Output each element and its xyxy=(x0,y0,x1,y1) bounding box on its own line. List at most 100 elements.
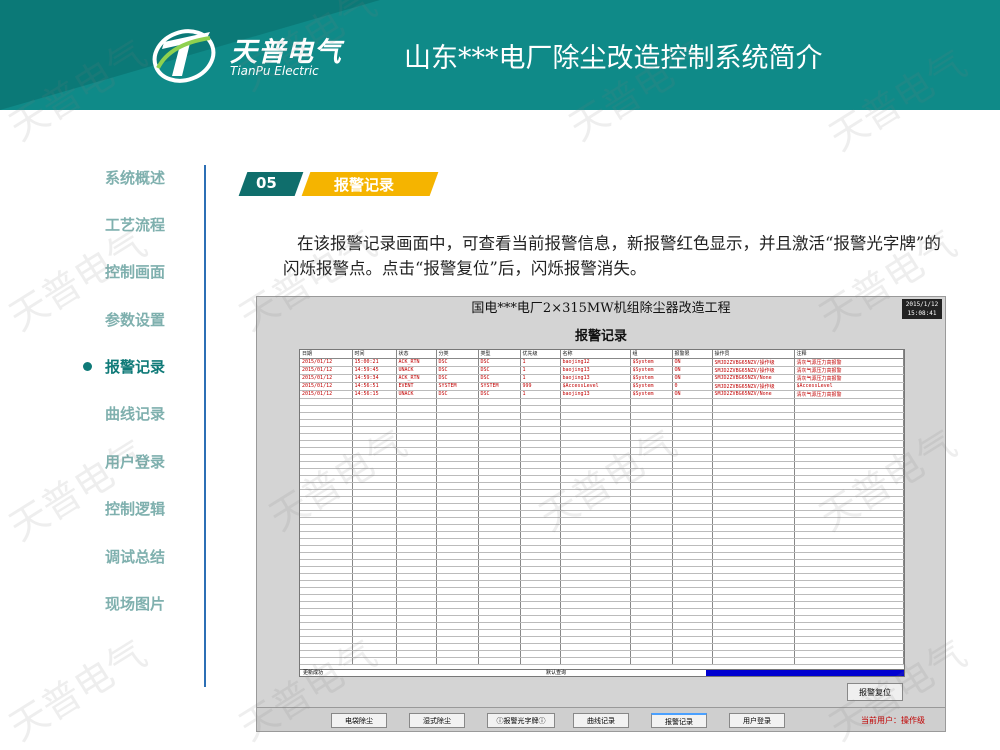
table-cell xyxy=(396,510,437,518)
table-cell xyxy=(560,454,631,462)
column-header[interactable]: 组 xyxy=(630,350,673,359)
table-row[interactable] xyxy=(300,510,904,518)
table-row[interactable] xyxy=(300,650,904,658)
column-header[interactable]: 日期 xyxy=(300,350,353,359)
table-row[interactable] xyxy=(300,405,904,413)
table-cell xyxy=(436,545,479,553)
column-header[interactable]: 优先级 xyxy=(520,350,561,359)
table-cell xyxy=(794,503,904,511)
nav-alarm-panel-button[interactable]: ⓘ报警光字牌ⓘ xyxy=(487,713,555,728)
table-cell xyxy=(520,552,561,560)
nav-wet-dust-button[interactable]: 湿式除尘 xyxy=(409,713,465,728)
table-cell xyxy=(396,426,437,434)
table-cell xyxy=(396,398,437,406)
table-cell xyxy=(352,657,397,665)
column-header[interactable]: 注释 xyxy=(794,350,904,359)
table-cell xyxy=(712,622,795,630)
table-row[interactable] xyxy=(300,482,904,490)
sidebar-item-site-photos[interactable]: 现场图片 xyxy=(60,588,210,618)
table-row[interactable] xyxy=(300,552,904,560)
nav-user-login-button[interactable]: 用户登录 xyxy=(729,713,785,728)
table-row[interactable] xyxy=(300,594,904,602)
table-row[interactable]: 2015/01/12 14:59:45 UNACK DSC DSC 1 baojing13 $… xyxy=(300,366,904,375)
table-row[interactable] xyxy=(300,531,904,539)
sidebar-item-alarm-record[interactable]: 报警记录 xyxy=(60,351,210,381)
table-row[interactable] xyxy=(300,440,904,448)
table-cell xyxy=(436,468,479,476)
column-header[interactable]: 分类 xyxy=(436,350,479,359)
table-row[interactable] xyxy=(300,475,904,483)
column-header[interactable]: 报警限 xyxy=(672,350,713,359)
alarm-table-container[interactable]: 日期 时间 状态 分类 类型 优先级 名称 组 报警限 操作员 注释 2015/… xyxy=(299,349,905,673)
table-row[interactable] xyxy=(300,468,904,476)
column-header[interactable]: 操作员 xyxy=(712,350,795,359)
table-cell xyxy=(436,622,479,630)
hmi-clock: 2015/1/12 15:08:41 xyxy=(902,299,942,319)
sidebar-item-control-screen[interactable]: 控制画面 xyxy=(60,256,210,286)
table-row[interactable] xyxy=(300,601,904,609)
sidebar-item-control-logic[interactable]: 控制逻辑 xyxy=(60,493,210,523)
table-row[interactable]: 2015/01/12 14:56:15 UNACK DSC DSC 1 baojing13 $… xyxy=(300,390,904,399)
sidebar-item-process[interactable]: 工艺流程 xyxy=(60,209,210,239)
sidebar-item-overview[interactable]: 系统概述 xyxy=(60,162,210,192)
table-row[interactable] xyxy=(300,573,904,581)
table-row[interactable] xyxy=(300,461,904,469)
table-cell xyxy=(352,405,397,413)
table-cell: baojing12 xyxy=(560,358,631,367)
table-row[interactable] xyxy=(300,580,904,588)
table-cell: 清灰气源压力高报警 xyxy=(794,390,904,399)
column-header[interactable]: 名称 xyxy=(560,350,631,359)
table-cell xyxy=(560,405,631,413)
table-row[interactable] xyxy=(300,608,904,616)
table-cell xyxy=(520,608,561,616)
table-row[interactable] xyxy=(300,587,904,595)
table-cell xyxy=(478,517,521,525)
table-row[interactable] xyxy=(300,398,904,406)
table-row[interactable] xyxy=(300,538,904,546)
table-cell xyxy=(712,587,795,595)
table-row[interactable] xyxy=(300,447,904,455)
nav-curve-record-button[interactable]: 曲线记录 xyxy=(573,713,629,728)
table-cell xyxy=(672,398,713,406)
column-header[interactable]: 时间 xyxy=(352,350,397,359)
table-row[interactable] xyxy=(300,419,904,427)
table-row[interactable] xyxy=(300,545,904,553)
table-row[interactable] xyxy=(300,657,904,665)
table-cell: 14:56:51 xyxy=(352,382,397,391)
sidebar-item-user-login[interactable]: 用户登录 xyxy=(60,446,210,476)
table-row[interactable] xyxy=(300,559,904,567)
table-row[interactable] xyxy=(300,636,904,644)
table-row[interactable] xyxy=(300,454,904,462)
table-cell xyxy=(712,405,795,413)
table-row[interactable] xyxy=(300,629,904,637)
table-row[interactable]: 2015/01/12 14:59:34 ACK_RTN DSC DSC 1 baojing1… xyxy=(300,374,904,383)
table-cell xyxy=(478,601,521,609)
table-row[interactable] xyxy=(300,433,904,441)
table-cell xyxy=(478,580,521,588)
table-cell xyxy=(712,559,795,567)
nav-alarm-record-button[interactable]: 报警记录 xyxy=(651,713,707,728)
alarm-reset-button[interactable]: 报警复位 xyxy=(847,683,903,701)
sidebar-item-debug-summary[interactable]: 调试总结 xyxy=(60,541,210,571)
table-row[interactable] xyxy=(300,496,904,504)
column-header[interactable]: 状态 xyxy=(396,350,437,359)
table-row[interactable] xyxy=(300,426,904,434)
table-row[interactable]: 2015/01/12 14:56:51 EVENT SYSTEM SYSTEM 999 $A… xyxy=(300,382,904,391)
nav-bag-dust-button[interactable]: 电袋除尘 xyxy=(331,713,387,728)
table-cell xyxy=(396,580,437,588)
table-row[interactable] xyxy=(300,566,904,574)
table-cell xyxy=(396,405,437,413)
table-row[interactable] xyxy=(300,622,904,630)
table-cell xyxy=(630,531,673,539)
table-row[interactable] xyxy=(300,503,904,511)
table-row[interactable] xyxy=(300,517,904,525)
sidebar-item-parameters[interactable]: 参数设置 xyxy=(60,304,210,334)
table-row[interactable] xyxy=(300,412,904,420)
table-row[interactable] xyxy=(300,524,904,532)
sidebar-item-curve-record[interactable]: 曲线记录 xyxy=(60,398,210,428)
table-row[interactable] xyxy=(300,643,904,651)
table-row[interactable]: 2015/01/12 15:00:21 ACK_RTN DSC DSC 1 baojing1… xyxy=(300,358,904,367)
table-row[interactable] xyxy=(300,489,904,497)
table-row[interactable] xyxy=(300,615,904,623)
column-header[interactable]: 类型 xyxy=(478,350,521,359)
